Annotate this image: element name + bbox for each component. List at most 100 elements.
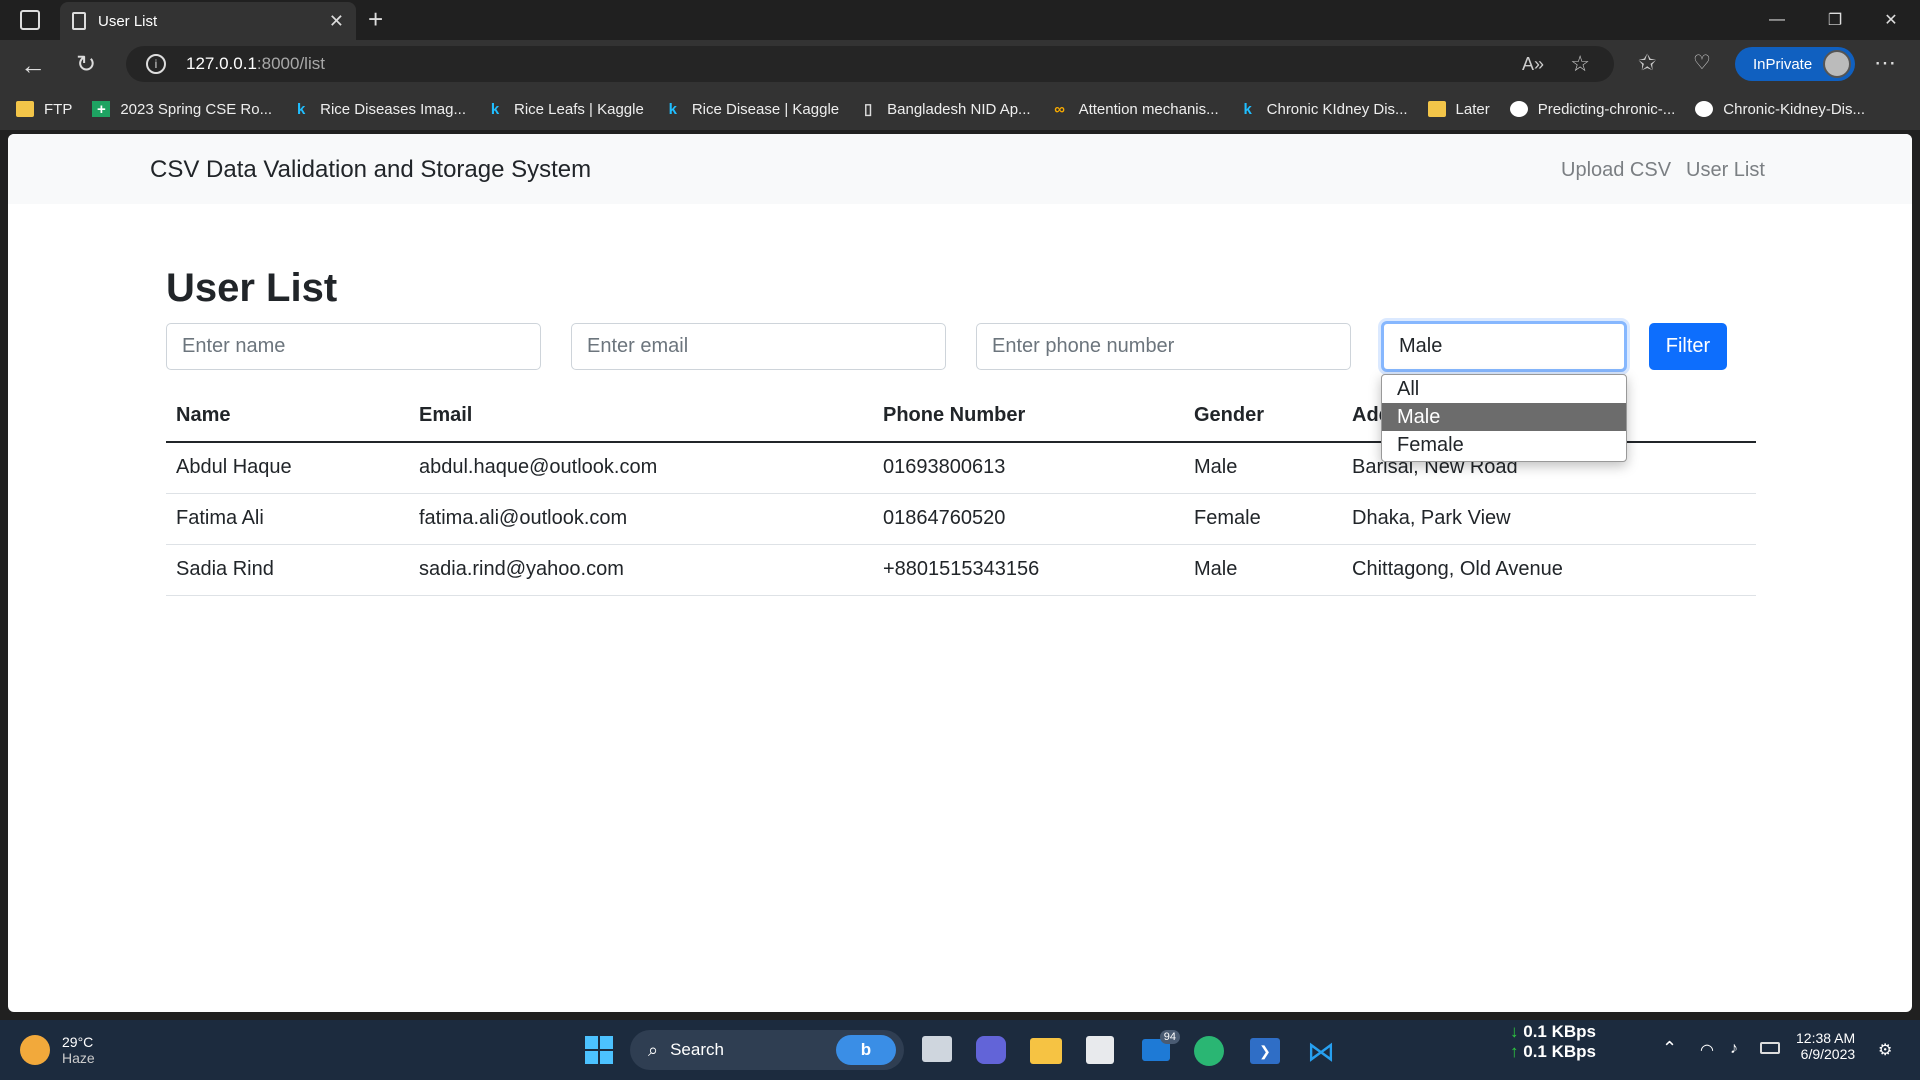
file-explorer-icon[interactable] <box>1030 1038 1062 1064</box>
kaggle-icon: k <box>490 100 500 118</box>
bookmark-item[interactable]: k Rice Leafs | Kaggle <box>486 101 644 118</box>
cell-phone: +8801515343156 <box>873 544 1184 596</box>
favorite-star-icon[interactable]: ☆ <box>1570 51 1590 77</box>
bookmark-label: Attention mechanis... <box>1078 100 1219 118</box>
cell-name: Fatima Ali <box>166 493 409 545</box>
name-filter-input[interactable] <box>166 323 541 370</box>
bookmark-item[interactable]: k Chronic KIdney Dis... <box>1239 100 1408 118</box>
refresh-icon[interactable]: ↻ <box>76 50 96 79</box>
filter-button[interactable]: Filter <box>1649 323 1727 370</box>
weather-temp: 29°C <box>62 1034 94 1050</box>
address-bar[interactable]: i 127.0.0.1 :8000/list A» ☆ <box>126 46 1614 82</box>
wifi-icon[interactable]: ◠ <box>1700 1040 1714 1060</box>
kaggle-icon: k <box>296 100 306 118</box>
folder-icon <box>1427 101 1446 117</box>
bookmark-label: Rice Leafs | Kaggle <box>514 100 644 118</box>
avatar <box>1823 50 1851 78</box>
gender-dropdown-list: All Male Female <box>1381 374 1627 462</box>
bookmark-item[interactable]: ▯ Bangladesh NID Ap... <box>859 100 1031 119</box>
bookmark-item[interactable]: +2023 Spring CSE Ro... <box>92 101 272 118</box>
back-icon[interactable]: ← <box>20 50 46 81</box>
nav-link-upload-csv[interactable]: Upload CSV <box>1561 159 1671 182</box>
powershell-icon[interactable]: ❯ <box>1250 1038 1280 1064</box>
phone-filter-input[interactable] <box>976 323 1351 370</box>
windows-logo-icon <box>585 1036 613 1064</box>
navbar-brand[interactable]: CSV Data Validation and Storage System <box>150 156 591 184</box>
new-tab-icon[interactable]: + <box>368 4 383 35</box>
edge-icon[interactable] <box>1194 1036 1224 1066</box>
github-icon <box>1695 101 1714 117</box>
cell-phone: 01693800613 <box>873 442 1184 494</box>
bookmark-item[interactable]: Predicting-chronic-... <box>1509 100 1676 118</box>
weather-desc: Haze <box>62 1050 95 1066</box>
more-options-icon[interactable]: ⋯ <box>1874 50 1896 76</box>
bookmark-item[interactable]: k Rice Diseases Imag... <box>292 101 466 118</box>
bookmark-item[interactable]: k Rice Disease | Kaggle <box>664 101 839 118</box>
page-viewport: CSV Data Validation and Storage System U… <box>8 134 1912 1012</box>
mail-badge: 94 <box>1159 1030 1180 1044</box>
cell-gender: Male <box>1184 544 1342 596</box>
column-header-email: Email <box>409 390 873 443</box>
bookmark-label: 2023 Spring CSE Ro... <box>120 100 273 118</box>
read-aloud-icon[interactable]: A» <box>1522 54 1544 75</box>
bookmark-label: Later <box>1455 100 1490 118</box>
url-path: :8000/list <box>256 54 325 73</box>
start-button[interactable] <box>584 1035 614 1065</box>
mail-app[interactable]: 94 <box>1140 1030 1180 1064</box>
email-filter-input[interactable] <box>571 323 946 370</box>
task-view-icon[interactable] <box>922 1036 952 1062</box>
gender-option-male[interactable]: Male <box>1382 403 1626 431</box>
notification-icon[interactable]: ⚙ <box>1878 1040 1892 1060</box>
microsoft-store-icon[interactable] <box>1086 1036 1114 1064</box>
chevron-up-icon[interactable]: ⌃ <box>1662 1038 1677 1059</box>
table-row: Fatima Ali fatima.ali@outlook.com 018647… <box>166 493 1756 545</box>
bookmark-item[interactable]: FTP <box>16 101 72 118</box>
vscode-icon[interactable]: ⋈ <box>1306 1036 1336 1067</box>
net-up-value: 0.1 KBps <box>1523 1042 1596 1061</box>
browser-essentials-icon[interactable]: ♡ <box>1693 50 1711 75</box>
cell-name: Abdul Haque <box>166 442 409 494</box>
close-window-icon[interactable]: ✕ <box>1862 0 1920 40</box>
bookmark-label: Rice Disease | Kaggle <box>691 100 840 118</box>
gender-option-female[interactable]: Female <box>1382 431 1626 459</box>
cell-phone: 01864760520 <box>873 493 1184 545</box>
volume-icon[interactable]: ♪ <box>1730 1040 1738 1058</box>
gender-select[interactable]: Male <box>1381 321 1627 372</box>
clock-date: 6/9/2023 <box>1800 1046 1856 1062</box>
favorites-icon[interactable]: ✩ <box>1638 50 1656 76</box>
bookmark-label: Chronic KIdney Dis... <box>1266 100 1408 118</box>
inprivate-button[interactable]: InPrivate <box>1735 47 1855 81</box>
nav-link-user-list[interactable]: User List <box>1686 159 1765 182</box>
tab-actions-icon[interactable] <box>20 10 40 30</box>
info-icon[interactable]: i <box>146 54 166 74</box>
battery-icon[interactable] <box>1760 1042 1780 1054</box>
bookmark-label: Rice Diseases Imag... <box>320 100 466 118</box>
bookmark-label: Bangladesh NID Ap... <box>887 100 1031 118</box>
cell-gender: Female <box>1184 493 1342 545</box>
gender-option-all[interactable]: All <box>1382 375 1626 403</box>
page-icon <box>72 12 86 30</box>
browser-tab[interactable]: User List ✕ <box>60 2 356 40</box>
taskbar-search[interactable]: ⌕ Search b <box>630 1030 904 1070</box>
network-speed-widget: ↓ 0.1 KBps ↑ 0.1 KBps <box>1510 1022 1596 1062</box>
teams-chat-icon[interactable] <box>976 1036 1006 1064</box>
bookmark-label: Predicting-chronic-... <box>1537 100 1676 118</box>
bookmark-item[interactable]: Later <box>1427 100 1490 118</box>
cell-address: Chittagong, Old Avenue <box>1342 544 1756 596</box>
restore-icon[interactable]: ❐ <box>1806 0 1864 40</box>
clock-time: 12:38 AM <box>1796 1030 1856 1046</box>
cell-gender: Male <box>1184 442 1342 494</box>
minimize-icon[interactable]: — <box>1748 0 1806 40</box>
net-up-text: ↑ 0.1 KBps <box>1510 1042 1596 1061</box>
browser-titlebar: User List ✕ + — ❐ ✕ <box>0 0 1920 40</box>
weather-widget[interactable]: 29°C Haze <box>20 1030 95 1070</box>
bookmark-item[interactable]: ∞ Attention mechanis... <box>1051 100 1219 118</box>
bing-icon[interactable]: b <box>836 1035 896 1065</box>
inprivate-label: InPrivate <box>1753 55 1813 73</box>
close-icon[interactable]: ✕ <box>329 11 344 32</box>
bookmark-item[interactable]: Chronic-Kidney-Dis... <box>1695 101 1865 118</box>
sheets-icon: + <box>92 101 111 118</box>
tab-title: User List <box>98 12 158 30</box>
clock[interactable]: 12:38 AM 6/9/2023 <box>1796 1030 1855 1062</box>
search-icon: ⌕ <box>648 1039 659 1060</box>
